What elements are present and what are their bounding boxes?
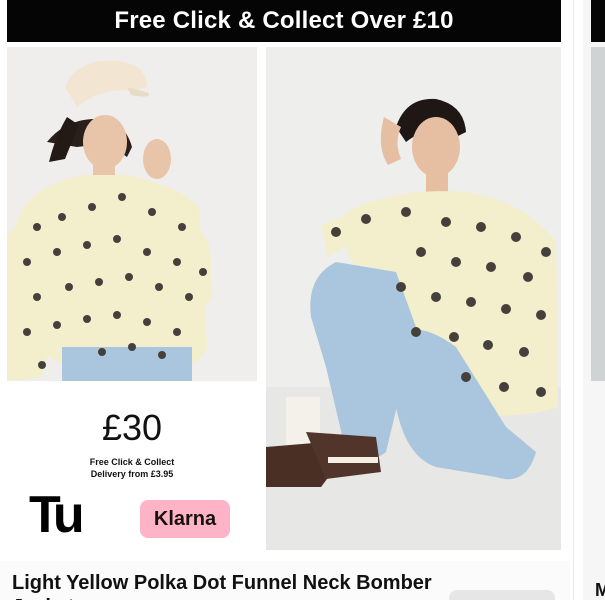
product-info[interactable]: Light Yellow Polka Dot Funnel Neck Bombe… [0, 561, 570, 600]
promo-banner-text: Free Click & Collect Over £10 [114, 7, 454, 34]
delivery-text: Delivery from £3.95 [90, 469, 174, 479]
click-collect-text: Free Click & Collect [89, 457, 175, 467]
product-title[interactable]: Light Yellow Polka Dot Funnel Neck Bombe… [12, 571, 442, 600]
next-product-title[interactable]: M [595, 580, 605, 600]
next-product-card[interactable]: M [583, 0, 605, 600]
product-image-standing[interactable] [7, 47, 257, 381]
next-product-image[interactable] [591, 47, 605, 381]
card-divider [573, 0, 574, 600]
klarna-logo: Klarna [140, 500, 230, 538]
product-card[interactable]: Free Click & Collect Over £10 £30 Free C… [0, 0, 570, 600]
standing-model-illustration [7, 47, 257, 381]
sitting-model-illustration [266, 47, 561, 550]
next-promo-banner [591, 0, 605, 42]
price-promo-panel: £30 Free Click & Collect Delivery from £… [7, 381, 257, 550]
product-price: £30 [101, 407, 163, 448]
promo-banner: Free Click & Collect Over £10 [7, 0, 561, 42]
product-image-sitting[interactable] [266, 47, 561, 550]
tu-brand-logo: Tu [29, 486, 85, 544]
add-to-bag-button[interactable] [449, 590, 555, 600]
